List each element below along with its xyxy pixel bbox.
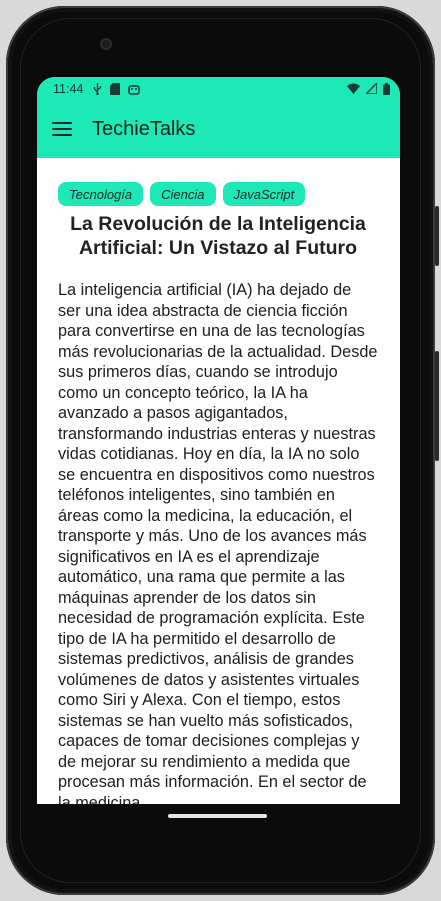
sd-card-icon [110, 82, 121, 95]
power-button [435, 206, 439, 266]
article-body: La inteligencia artificial (IA) ha dejad… [58, 281, 378, 804]
navigation-bar [0, 804, 441, 834]
article-content: Tecnología Ciencia JavaScript La Revoluc… [37, 158, 400, 804]
tag-chip-ciencia[interactable]: Ciencia [150, 182, 216, 206]
hamburger-menu-icon[interactable] [52, 122, 72, 136]
status-time: 11:44 [53, 81, 84, 96]
wifi-icon [347, 83, 360, 94]
android-debug-icon [128, 84, 141, 95]
tag-chip-tecnologia[interactable]: Tecnología [58, 182, 144, 206]
app-title: TechieTalks [92, 117, 196, 140]
article-title: La Revolución de la Inteligencia Artific… [70, 213, 366, 259]
app-screen: 11:44 TechieTalks Tecnología Ciencia Jav… [37, 77, 400, 804]
tag-chip-javascript[interactable]: JavaScript [222, 182, 306, 206]
battery-icon [383, 82, 390, 95]
app-bar: TechieTalks [37, 100, 400, 158]
volume-button [435, 351, 439, 461]
tag-list: Tecnología Ciencia JavaScript [58, 182, 378, 206]
usb-debug-icon [94, 82, 102, 95]
signal-icon [366, 83, 377, 94]
home-gesture-handle[interactable] [168, 814, 267, 818]
status-bar: 11:44 [37, 77, 400, 100]
front-camera-icon [100, 38, 112, 50]
